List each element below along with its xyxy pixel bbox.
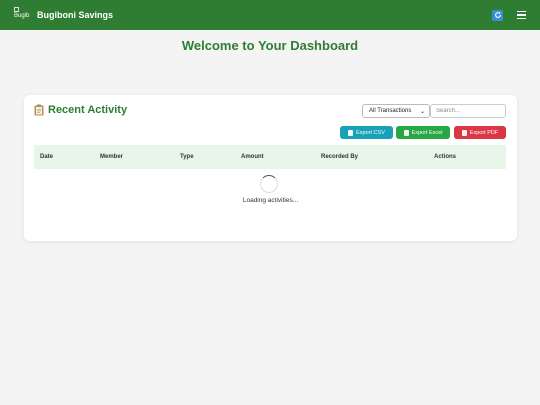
column-header-actions[interactable]: Actions	[434, 154, 456, 160]
refresh-icon	[494, 11, 501, 18]
transaction-filter-select[interactable]: All Transactions ⌄	[362, 104, 430, 118]
clipboard-icon	[34, 104, 44, 116]
column-header-recorded-by[interactable]: Recorded By	[321, 154, 358, 160]
export-pdf-button[interactable]: Export PDF	[454, 126, 506, 139]
export-excel-label: Export Excel	[411, 129, 443, 136]
export-csv-label: Export CSV	[356, 129, 385, 136]
column-header-date[interactable]: Date	[40, 154, 53, 160]
section-title: Recent Activity	[48, 104, 128, 116]
table-header: Date Member Type Amount Recorded By Acti…	[34, 145, 506, 169]
recent-activity-card: Recent Activity All Transactions ⌄ Expor…	[24, 95, 517, 241]
column-header-member[interactable]: Member	[100, 154, 123, 160]
filter-selected-value: All Transactions	[369, 108, 412, 114]
loading-text: Loading activities...	[242, 197, 299, 204]
loading-spinner-icon	[260, 175, 278, 193]
page-title: Welcome to Your Dashboard	[181, 38, 359, 53]
hamburger-menu-icon[interactable]	[517, 11, 526, 19]
export-excel-button[interactable]: Export Excel	[396, 126, 450, 139]
broken-image-icon	[14, 7, 19, 12]
brand-name: Bugiboni Savings	[37, 10, 114, 20]
brand[interactable]: Bugib Bugiboni Savings	[14, 7, 113, 23]
chevron-down-icon: ⌄	[419, 109, 425, 115]
search-input[interactable]	[430, 104, 506, 118]
logo-image: Bugib	[14, 7, 33, 23]
chart-icon	[348, 129, 354, 136]
top-navbar: Bugib Bugiboni Savings	[0, 0, 540, 30]
column-header-amount[interactable]: Amount	[241, 154, 264, 160]
logo-alt-text: Bugib	[14, 13, 30, 19]
document-icon	[461, 129, 467, 136]
export-pdf-label: Export PDF	[469, 129, 499, 136]
spreadsheet-icon	[403, 129, 409, 136]
column-header-type[interactable]: Type	[180, 154, 194, 160]
export-csv-button[interactable]: Export CSV	[340, 126, 393, 139]
refresh-button[interactable]	[492, 9, 503, 21]
